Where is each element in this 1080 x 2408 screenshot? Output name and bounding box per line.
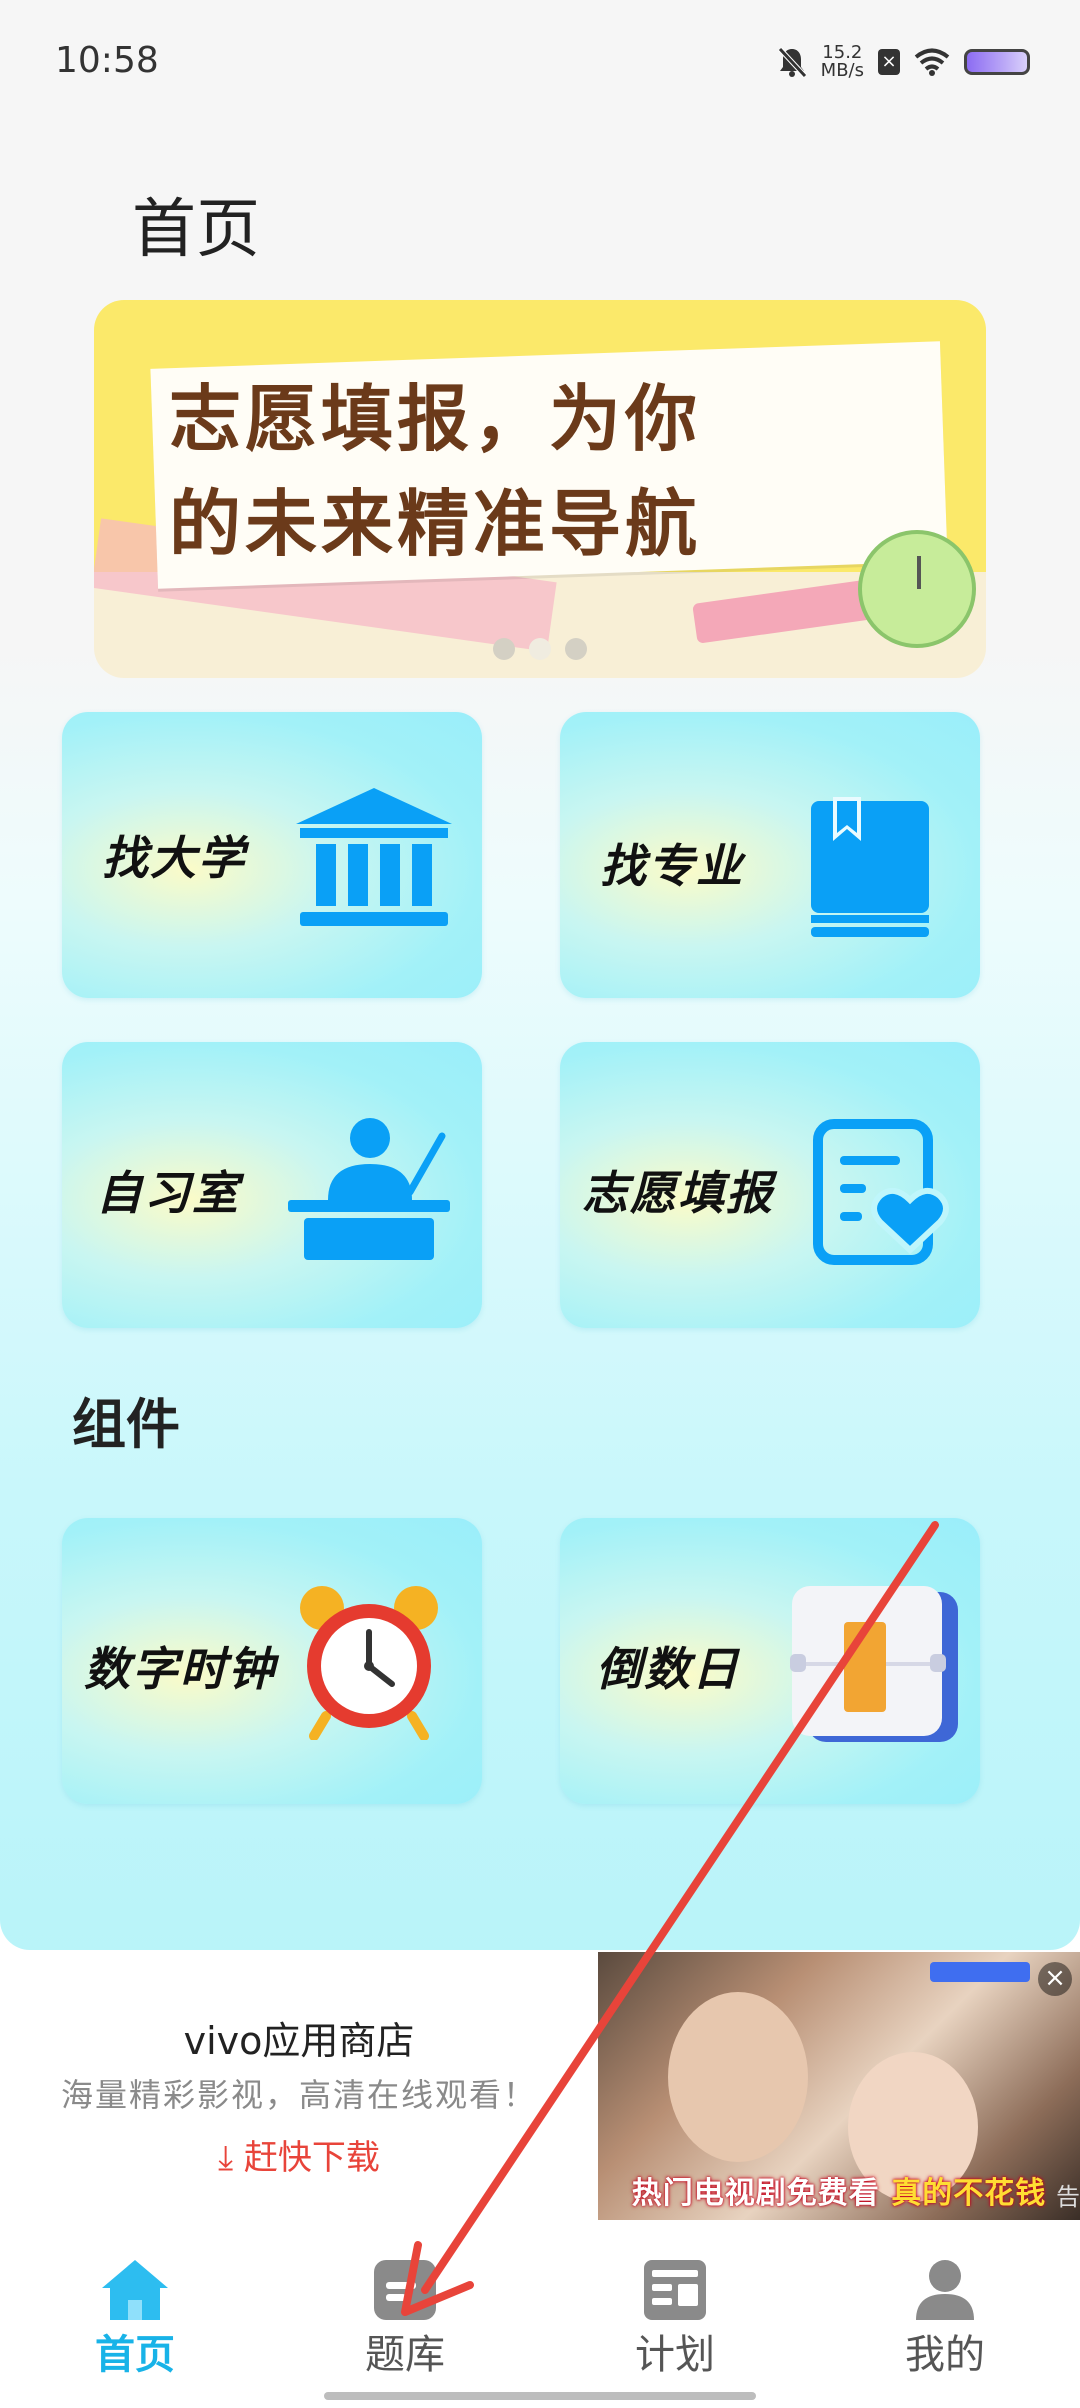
card-label: 找专业 <box>600 839 744 893</box>
close-icon[interactable]: × <box>1038 1962 1072 1996</box>
section-title-widgets: 组件 <box>72 1393 180 1456</box>
ad-tag <box>930 1962 1030 1982</box>
ad-caption-part1: 热门电视剧免费看 <box>631 2176 880 2211</box>
banner-dot-active[interactable] <box>529 638 551 660</box>
ad-title: vivo应用商店 <box>183 2019 415 2063</box>
card-label: 数字时钟 <box>84 1642 276 1696</box>
book-icon <box>811 797 929 937</box>
calendar-flip-icon <box>790 1586 958 1742</box>
tab-label: 首页 <box>95 2332 175 2378</box>
digital-clock-card[interactable]: 数字时钟 <box>62 1518 482 1804</box>
banner-line-2: 的未来精准导航 <box>169 482 702 566</box>
tab-profile[interactable]: 我的 <box>810 2230 1080 2390</box>
tab-home[interactable]: 首页 <box>0 2230 270 2390</box>
study-desk-icon <box>288 1118 450 1260</box>
banner-indicator <box>94 638 986 660</box>
status-time: 10:58 <box>55 40 159 81</box>
volunteer-application-card[interactable]: 志愿填报 <box>560 1042 980 1328</box>
promo-banner[interactable]: 志愿填报，为你 的未来精准导航 <box>94 300 986 678</box>
ad-download-link[interactable]: ⤓ 赶快下载 <box>0 2130 598 2179</box>
tab-label: 计划 <box>635 2332 715 2378</box>
home-indicator[interactable] <box>324 2392 756 2400</box>
find-university-card[interactable]: 找大学 <box>62 712 482 998</box>
network-speed: 15.2 MB/s <box>821 44 864 80</box>
page-title: 首页 <box>132 193 260 267</box>
banner-line-1: 志愿填报，为你 <box>169 377 702 461</box>
card-label: 找大学 <box>102 831 246 885</box>
banner-dot[interactable] <box>493 638 515 660</box>
ad-person-1 <box>668 1992 808 2162</box>
tab-question-bank[interactable]: 题库 <box>270 2230 540 2390</box>
ad-subtitle: 海量精彩影视，高清在线观看！ <box>60 2076 537 2114</box>
ad-image[interactable]: × 热门电视剧免费看 真的不花钱 告 <box>598 1952 1080 2220</box>
x-badge-icon: × <box>878 49 900 75</box>
plan-icon <box>644 2260 706 2320</box>
download-icon: ⤓ <box>218 2138 244 2178</box>
wifi-icon <box>914 48 950 76</box>
tab-label: 我的 <box>905 2332 985 2378</box>
ad-download-label: 赶快下载 <box>243 2138 380 2178</box>
status-bar: 10:58 15.2 MB/s × <box>0 0 1080 125</box>
card-label: 自习室 <box>96 1166 240 1220</box>
ad-image-caption: 热门电视剧免费看 真的不花钱 <box>598 2168 1080 2212</box>
study-room-card[interactable]: 自习室 <box>62 1042 482 1328</box>
battery-icon <box>964 49 1030 75</box>
tab-plan[interactable]: 计划 <box>540 2230 810 2390</box>
card-label: 志愿填报 <box>582 1166 774 1220</box>
bottom-tab-bar: 首页 题库 计划 我的 <box>0 2230 1080 2408</box>
profile-icon <box>916 2260 974 2320</box>
countdown-days-card[interactable]: 倒数日 <box>560 1518 980 1804</box>
mute-bell-icon <box>777 47 807 78</box>
home-icon <box>102 2260 168 2320</box>
find-major-card[interactable]: 找专业 <box>560 712 980 998</box>
speed-unit: MB/s <box>820 60 864 81</box>
ad-caption-part2: 真的不花钱 <box>891 2176 1047 2211</box>
tab-label: 题库 <box>365 2332 445 2378</box>
form-heart-icon <box>813 1119 949 1265</box>
question-bank-icon <box>374 2260 436 2320</box>
alarm-clock-icon <box>300 1586 438 1740</box>
ad-mark: 告 <box>1056 2183 1080 2211</box>
clock-illustration <box>858 530 976 648</box>
banner-dot[interactable] <box>565 638 587 660</box>
card-label: 倒数日 <box>596 1642 740 1696</box>
university-icon <box>296 788 452 926</box>
status-icons: 15.2 MB/s × <box>777 40 1030 84</box>
